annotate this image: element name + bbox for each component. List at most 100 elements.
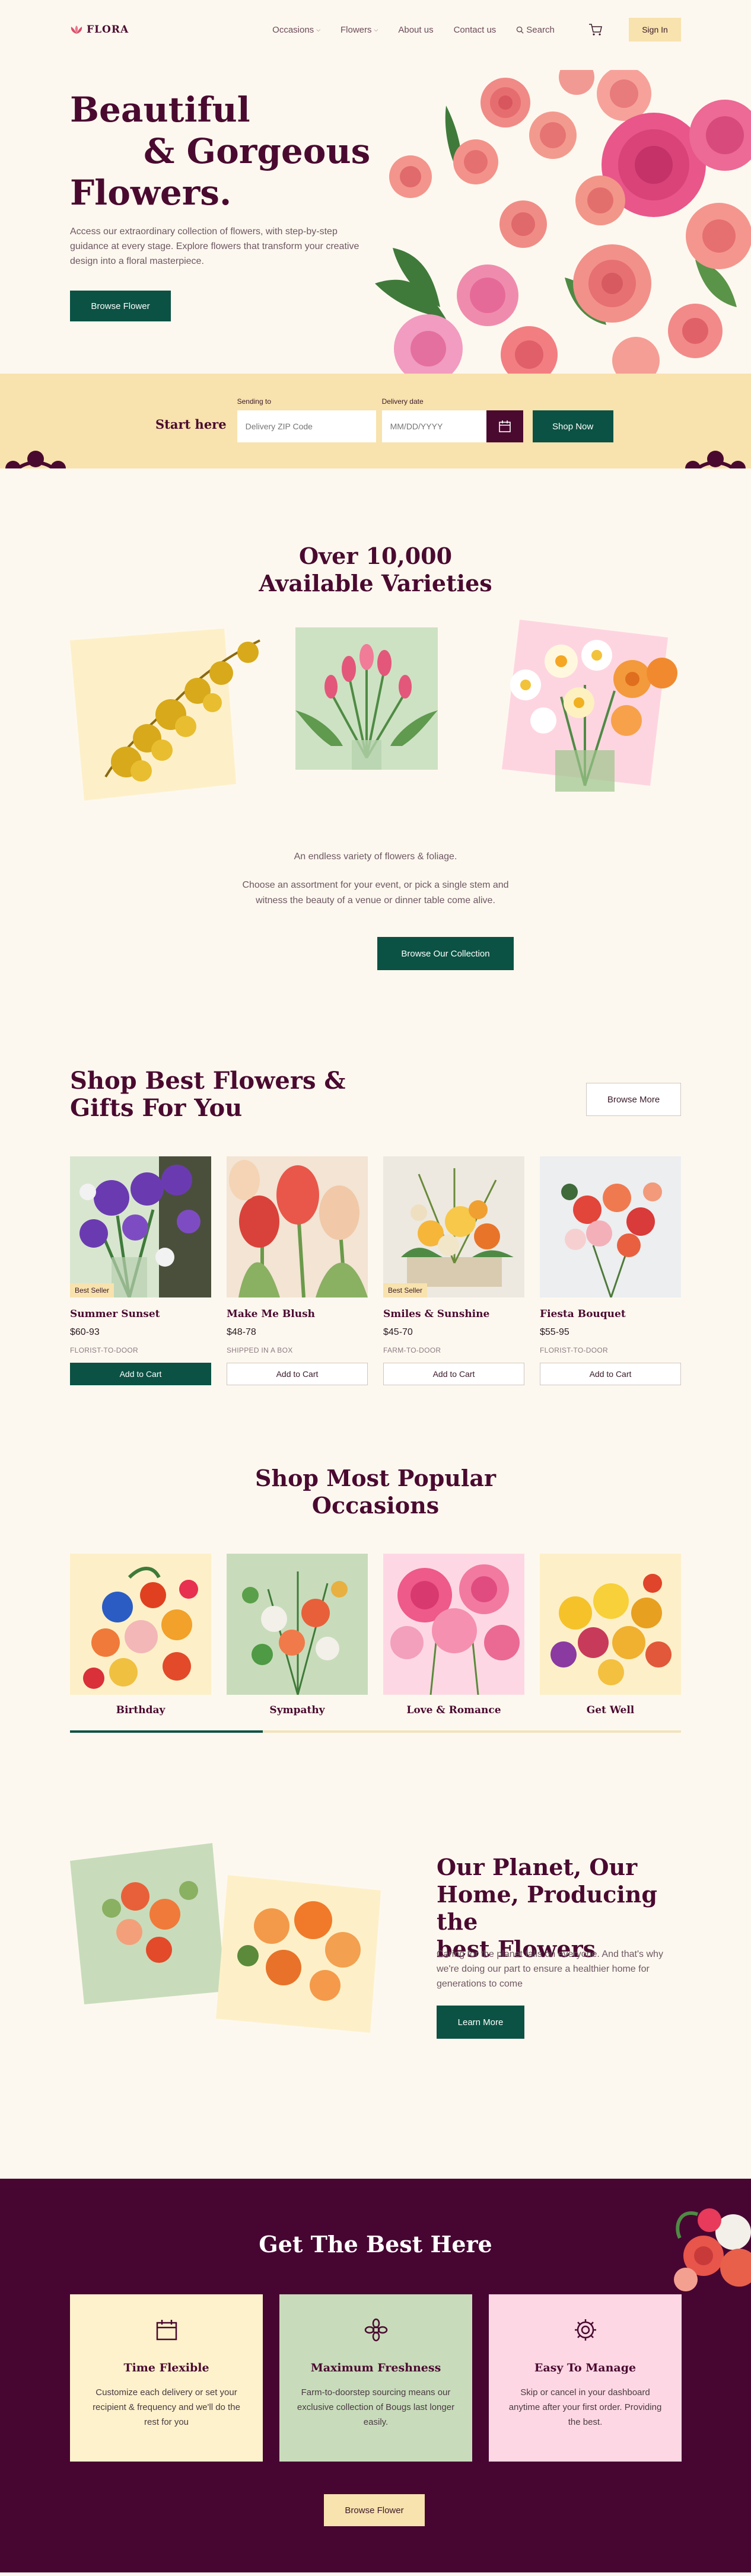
fiesta-bouquet-image [540,1156,681,1297]
occasions-title-line1: Shop Most Popular [255,1465,496,1491]
start-here-label: Start here [155,417,227,432]
planet-section: Our Planet, Our Home, Producing the best… [70,1819,681,2179]
delivery-band: Start here Sending to Delivery date Shop… [0,374,751,468]
top-nav: FLORA Occasions ⌵ Flowers ⌵ About us Conta… [70,0,681,59]
flower-icon [364,2318,387,2342]
flower-logo-icon [71,25,82,34]
occasion-name: Get Well [586,1704,635,1716]
calendar-icon [498,420,511,432]
best-seller-badge: Best Seller [70,1283,114,1297]
occasion-card-birthday[interactable]: Birthday [70,1554,211,1716]
add-to-cart-button[interactable]: Add to Cart [383,1363,524,1385]
occasion-card-get-well[interactable]: Get Well [540,1554,681,1716]
product-name: Smiles & Sunshine [383,1308,490,1320]
planet-title-line2: Home, Producing the [437,1881,658,1935]
sign-in-button[interactable]: Sign In [629,18,681,42]
product-list: Best Seller Summer Sunset $60-93 FLORIST… [70,1156,681,1385]
product-image: Best Seller [70,1156,211,1297]
occasion-card-love-romance[interactable]: Love & Romance [383,1554,524,1716]
flower-ornament-icon [5,451,66,468]
feature-text: Customize each delivery or set your reci… [93,2387,240,2427]
occasion-card-sympathy[interactable]: Sympathy [227,1554,368,1716]
planet-title-line1: Our Planet, Our [437,1854,638,1880]
product-shipping-tag: SHIPPED IN A BOX [227,1346,293,1354]
sunshine-arrangement-image [383,1156,524,1297]
nav-flowers-label: Flowers [341,24,372,35]
nav-actions: Sign In [588,18,681,42]
product-image [540,1156,681,1297]
calendar-button[interactable] [486,410,523,442]
chevron-down-icon: ⌵ [374,26,378,33]
products-title: Shop Best Flowers & Gifts For You [70,1067,346,1122]
varieties-text-line2: witness the beauty of a venue or dinner … [256,895,495,906]
feature-title: Maximum Freshness [310,2361,441,2374]
products-section: Shop Best Flowers & Gifts For You Browse… [70,1067,681,1465]
product-shipping-tag: FARM-TO-DOOR [383,1346,441,1354]
product-card[interactable]: Make Me Blush $48-78 SHIPPED IN A BOX Ad… [227,1156,368,1385]
products-title-line1: Shop Best Flowers & [70,1067,346,1095]
sympathy-bouquet-image [227,1554,368,1695]
search-icon [516,26,524,34]
hero-title: Beautiful & Gorgeous Flowers. [70,89,370,213]
product-name: Make Me Blush [227,1308,316,1320]
feature-cards: Time Flexible Customize each delivery or… [70,2294,682,2462]
best-section: Get The Best Here Time Flexible Customiz… [0,2179,751,2572]
planet-bouquets-image [70,1843,381,2033]
add-to-cart-button[interactable]: Add to Cart [70,1363,211,1385]
add-to-cart-button[interactable]: Add to Cart [540,1363,681,1385]
occasion-name: Sympathy [269,1704,325,1716]
varieties-subtitle: An endless variety of flowers & foliage. [294,852,457,862]
hero-title-line3: Flowers. [70,173,232,213]
browse-collection-button[interactable]: Browse Our Collection [377,937,514,970]
nav-contact[interactable]: Contact us [454,25,497,35]
logo[interactable]: FLORA [70,24,129,36]
nav-occasions-label: Occasions [272,24,314,35]
feature-title: Easy To Manage [534,2361,637,2374]
pink-tulip-image [295,627,438,770]
occasion-name: Love & Romance [406,1704,501,1716]
daffodil-bouquet-image [502,620,677,792]
products-title-line2: Gifts For You [70,1094,243,1122]
nav-occasions[interactable]: Occasions ⌵ [272,25,320,35]
varieties-title: Over 10,000 Available Varieties [70,543,681,597]
logo-text: FLORA [87,24,129,36]
zip-code-input[interactable] [237,410,376,442]
varieties-section: Over 10,000 Available Varieties An endle… [70,468,681,1067]
carousel-progress[interactable] [70,1730,681,1733]
search-label: Search [526,24,555,35]
feature-title: Time Flexible [123,2361,209,2374]
occasion-list: Birthday Sympathy Love & Romance Get Wel… [70,1554,681,1716]
hero-description: Access our extraordinary collection of f… [70,227,359,266]
birthday-bouquet-image [70,1554,211,1695]
product-shipping-tag: FLORIST-TO-DOOR [540,1346,608,1354]
product-shipping-tag: FLORIST-TO-DOOR [70,1346,138,1354]
hero-title-line1: Beautiful [70,90,250,130]
browse-flower-button-footer[interactable]: Browse Flower [324,2494,425,2526]
yellow-orchid-image [70,629,260,801]
browse-flower-button[interactable]: Browse Flower [70,291,171,321]
occasions-section: Shop Most Popular Occasions Birthday Sym… [70,1465,681,1819]
browse-more-button[interactable]: Browse More [586,1083,681,1116]
sending-field: Sending to [237,397,376,442]
calendar-icon [156,2320,177,2341]
nav-search[interactable]: Search [516,25,555,35]
delivery-form: Start here Sending to Delivery date Shop… [155,397,613,442]
nav-about[interactable]: About us [398,25,433,35]
product-name: Fiesta Bouquet [540,1308,626,1320]
delivery-date-input[interactable] [381,410,486,442]
learn-more-button[interactable]: Learn More [437,2006,524,2039]
product-image [227,1156,368,1297]
product-card[interactable]: Best Seller Smiles & Sunshine $45-70 FAR… [383,1156,524,1385]
varieties-title-line1: Over 10,000 [298,543,453,569]
product-price: $55-95 [540,1327,569,1337]
occasions-title: Shop Most Popular Occasions [70,1465,681,1519]
feature-text: Skip or cancel in your dashboard anytime… [508,2387,662,2427]
add-to-cart-button[interactable]: Add to Cart [227,1363,368,1385]
red-tulip-image [227,1156,368,1297]
nav-flowers[interactable]: Flowers ⌵ [341,25,378,35]
cart-icon[interactable] [588,23,603,36]
product-card[interactable]: Fiesta Bouquet $55-95 FLORIST-TO-DOOR Ad… [540,1156,681,1385]
feature-card-time-flexible: Time Flexible Customize each delivery or… [70,2294,263,2462]
product-card[interactable]: Best Seller Summer Sunset $60-93 FLORIST… [70,1156,211,1385]
shop-now-button[interactable]: Shop Now [532,410,613,442]
